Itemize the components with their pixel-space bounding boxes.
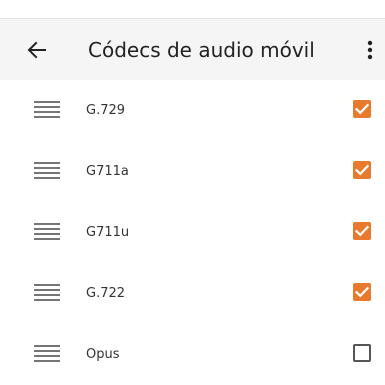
check-icon [354,103,370,115]
codec-row-opus[interactable]: Opus [0,324,385,385]
codec-checkbox[interactable] [353,344,371,362]
codec-checkbox[interactable] [353,222,371,240]
codec-checkbox[interactable] [353,283,371,301]
codec-row-g711u[interactable]: G711u [0,202,385,263]
check-icon [354,164,370,176]
codec-label: G.729 [86,103,126,118]
check-icon [354,286,370,298]
drag-handle-icon[interactable] [34,160,60,180]
codec-row-g722[interactable]: G.722 [0,263,385,324]
arrow-left-icon [27,41,46,59]
codec-label: Opus [86,347,120,362]
status-bar-strip [0,0,385,18]
overflow-menu-button[interactable] [358,35,382,65]
codec-list: G.729 G711a G711u G.722 Opus [0,80,385,385]
codec-checkbox[interactable] [353,161,371,179]
page-title: Códecs de audio móvil [88,38,315,62]
check-icon [354,225,370,237]
codec-row-g729[interactable]: G.729 [0,80,385,141]
app-bar: Códecs de audio móvil [0,18,385,80]
drag-handle-icon[interactable] [34,343,60,363]
codec-label: G711u [86,225,130,240]
codec-row-g711a[interactable]: G711a [0,141,385,202]
drag-handle-icon[interactable] [34,282,60,302]
codec-checkbox[interactable] [353,100,371,118]
codec-label: G711a [86,164,129,179]
drag-handle-icon[interactable] [34,221,60,241]
back-button[interactable] [22,35,52,65]
codec-label: G.722 [86,286,126,301]
drag-handle-icon[interactable] [34,99,60,119]
more-vertical-icon [367,40,373,60]
